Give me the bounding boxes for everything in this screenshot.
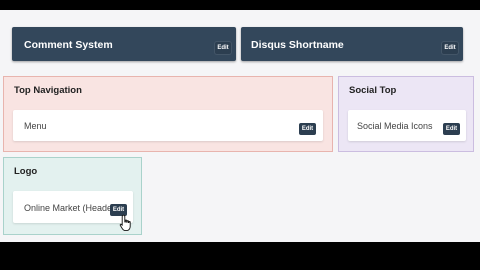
widget-title: Comment System [24,39,113,51]
edit-button[interactable]: Edit [442,42,458,54]
widget-online-market-header[interactable]: Online Market (Header) Edit [13,191,133,223]
region-title: Top Navigation [14,85,82,96]
region-title: Logo [14,166,38,177]
widget-label: Menu [24,121,47,131]
widget-label: Online Market (Header) [24,203,112,213]
widget-menu[interactable]: Menu Edit [13,110,323,141]
widget-label: Social Media Icons [357,121,433,131]
widget-comment-system[interactable]: Comment System Edit [12,27,236,61]
edit-button[interactable]: Edit [443,123,460,135]
widget-social-media-icons[interactable]: Social Media Icons Edit [348,110,466,141]
region-social-top: Social Top Social Media Icons Edit [338,76,474,152]
region-top-navigation: Top Navigation Menu Edit [3,76,333,152]
edit-button[interactable]: Edit [299,123,316,135]
region-title: Social Top [349,85,397,96]
edit-button[interactable]: Edit [215,42,231,54]
widget-title: Disqus Shortname [251,39,344,51]
layout-editor: Comment System Edit Disqus Shortname Edi… [0,10,480,242]
hand-pointer-icon [119,214,131,232]
widget-disqus-shortname[interactable]: Disqus Shortname Edit [241,27,463,61]
